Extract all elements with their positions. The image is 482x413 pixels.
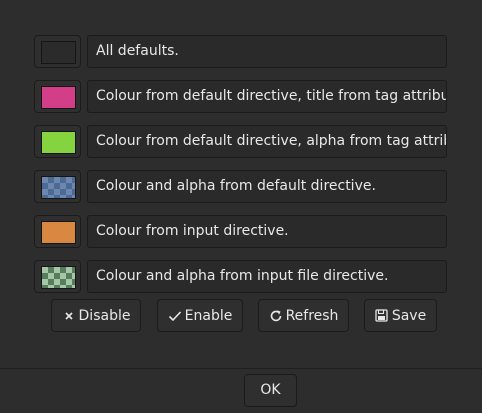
label-field[interactable]: Colour from default directive, title fro… (87, 80, 447, 113)
disable-button[interactable]: Disable (51, 299, 141, 332)
colour-dialog: All defaults. Colour from default direct… (0, 0, 482, 413)
refresh-button[interactable]: Refresh (258, 299, 349, 332)
colour-button-input-file[interactable] (34, 260, 81, 293)
label-field[interactable]: Colour and alpha from default directive. (87, 170, 447, 203)
enable-button[interactable]: Enable (157, 299, 243, 332)
colour-row: Colour and alpha from default directive. (34, 170, 447, 205)
close-icon (62, 309, 76, 323)
colour-swatch (41, 266, 76, 289)
refresh-icon (269, 309, 283, 323)
colour-row: Colour from input directive. (34, 215, 447, 250)
ok-button[interactable]: OK (244, 374, 297, 407)
colour-row: All defaults. (34, 35, 447, 70)
colour-row: Colour from default directive, alpha fro… (34, 125, 447, 160)
enable-label: Enable (184, 307, 233, 324)
colour-button-alpha-tag[interactable] (34, 125, 81, 158)
colour-rows: All defaults. Colour from default direct… (34, 35, 447, 305)
colour-swatch (41, 86, 76, 109)
colour-swatch (41, 131, 76, 154)
label-field[interactable]: Colour from input directive. (87, 215, 447, 248)
label-field[interactable]: Colour and alpha from input file directi… (87, 260, 447, 293)
colour-swatch (41, 221, 76, 244)
disable-label: Disable (78, 307, 131, 324)
colour-row: Colour and alpha from input file directi… (34, 260, 447, 295)
save-button[interactable]: Save (364, 299, 437, 332)
colour-button-defaults[interactable] (34, 35, 81, 68)
colour-swatch (41, 176, 76, 199)
save-label: Save (391, 307, 427, 324)
colour-button-default-alpha[interactable] (34, 170, 81, 203)
colour-button-title[interactable] (34, 80, 81, 113)
check-icon (168, 309, 182, 323)
refresh-label: Refresh (285, 307, 339, 324)
divider (0, 368, 482, 369)
label-field[interactable]: Colour from default directive, alpha fro… (87, 125, 447, 158)
save-icon (375, 309, 389, 323)
colour-row: Colour from default directive, title fro… (34, 80, 447, 115)
action-buttons: Disable Enable Refresh Save (0, 299, 482, 333)
label-field[interactable]: All defaults. (87, 35, 447, 68)
colour-button-input[interactable] (34, 215, 81, 248)
colour-swatch (41, 41, 76, 64)
